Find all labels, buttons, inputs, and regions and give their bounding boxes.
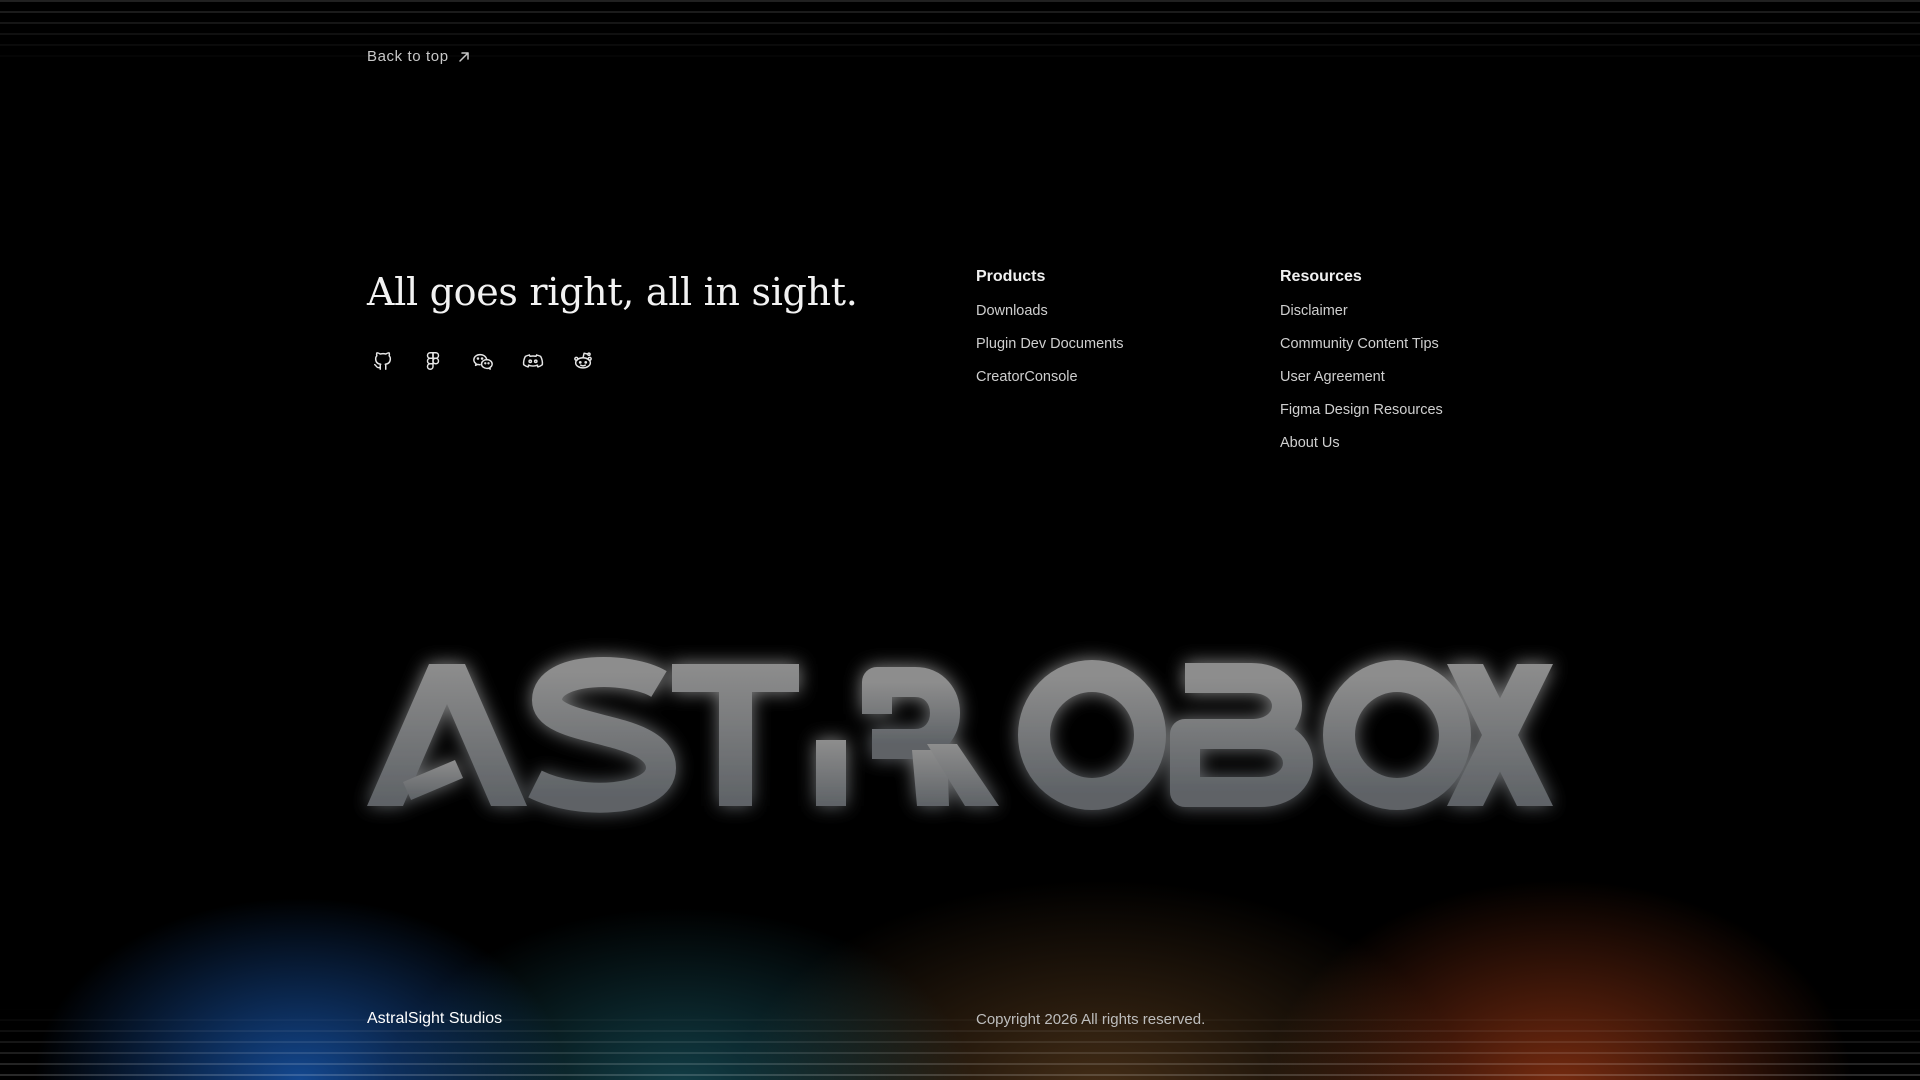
resources-link-disclaimer[interactable]: Disclaimer	[1280, 302, 1443, 335]
footer-brand: AstralSight Studios	[367, 1010, 503, 1027]
wechat-link[interactable]	[472, 350, 494, 372]
reddit-link[interactable]	[572, 350, 594, 372]
astrobox-wordmark	[367, 657, 1553, 813]
resources-title: Resources	[1280, 268, 1362, 285]
arrow-up-right-icon	[458, 51, 469, 62]
footer-page: Back to top All goes right, all in sight…	[0, 0, 1920, 1080]
products-link-downloads[interactable]: Downloads	[976, 302, 1124, 335]
products-column: Products Downloads Plugin Dev Documents …	[976, 268, 1124, 401]
social-links	[372, 350, 594, 372]
resources-link-community-content-tips[interactable]: Community Content Tips	[1280, 335, 1443, 368]
resources-link-figma-design-resources[interactable]: Figma Design Resources	[1280, 401, 1443, 434]
bottom-line-texture	[0, 1008, 1920, 1080]
figma-icon	[426, 352, 440, 370]
wechat-icon	[473, 353, 493, 370]
resources-link-about-us[interactable]: About Us	[1280, 434, 1443, 467]
resources-column: Resources Disclaimer Community Content T…	[1280, 268, 1443, 467]
footer-copyright: Copyright 2026 All rights reserved.	[976, 1011, 1206, 1028]
tagline: All goes right, all in sight.	[367, 270, 858, 314]
discord-link[interactable]	[522, 350, 544, 372]
reddit-icon	[574, 352, 592, 369]
back-to-top-label: Back to top	[367, 48, 449, 65]
astrobox-wordmark-logo	[367, 657, 1553, 813]
github-icon	[374, 352, 392, 370]
figma-link[interactable]	[422, 350, 444, 372]
products-link-creator-console[interactable]: CreatorConsole	[976, 368, 1124, 401]
top-line-texture	[0, 0, 1920, 66]
resources-link-user-agreement[interactable]: User Agreement	[1280, 368, 1443, 401]
products-link-plugin-dev-documents[interactable]: Plugin Dev Documents	[976, 335, 1124, 368]
back-to-top-link[interactable]: Back to top	[367, 48, 471, 65]
discord-icon	[522, 354, 544, 368]
github-link[interactable]	[372, 350, 394, 372]
products-title: Products	[976, 268, 1046, 285]
